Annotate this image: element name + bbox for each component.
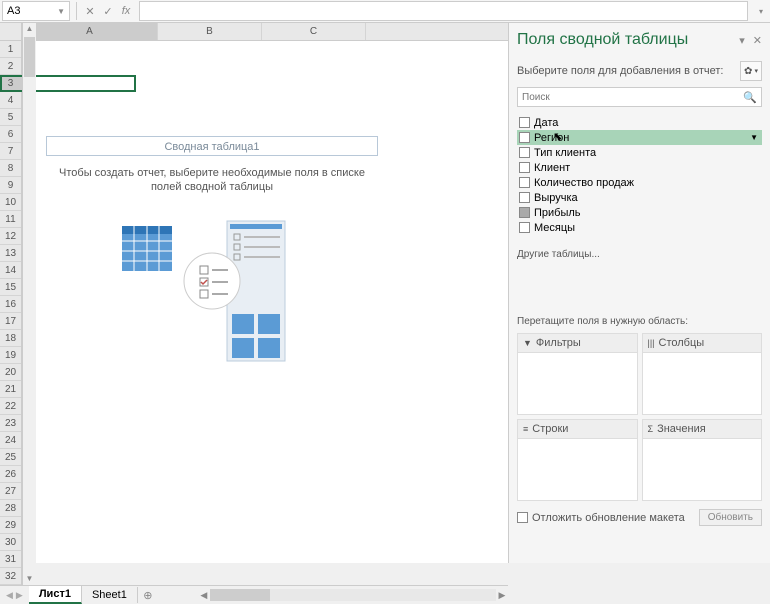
- field-checkbox[interactable]: [519, 117, 530, 128]
- field-label: Дата: [534, 117, 558, 129]
- field-dropdown-icon[interactable]: ▼: [750, 133, 758, 142]
- column-header-a[interactable]: A: [22, 23, 158, 40]
- sheet-tabs-bar: ◀▶ Лист1 Sheet1 ⊕ ◀ ▶: [0, 585, 508, 604]
- field-item[interactable]: Регион⬉ ▼: [517, 130, 762, 145]
- rows-area[interactable]: ≡Строки: [517, 419, 638, 501]
- search-icon[interactable]: 🔍: [743, 91, 757, 104]
- horizontal-scrollbar[interactable]: ◀ ▶: [198, 589, 508, 601]
- field-checkbox[interactable]: [519, 162, 530, 173]
- values-icon: Σ: [648, 424, 654, 434]
- separator: [76, 2, 77, 20]
- sheet-tab-active[interactable]: Лист1: [29, 586, 82, 604]
- column-header-b[interactable]: B: [158, 23, 262, 40]
- field-label: Выручка: [534, 192, 578, 204]
- grid-cells[interactable]: Сводная таблица1 Чтобы создать отчет, вы…: [0, 41, 508, 585]
- pivot-placeholder-title: Сводная таблица1: [46, 136, 378, 156]
- filter-icon: ▼: [523, 338, 532, 348]
- field-label: Клиент: [534, 162, 570, 174]
- field-checkbox[interactable]: [519, 222, 530, 233]
- field-prompt-text: Выберите поля для добавления в отчет:: [517, 65, 723, 77]
- name-box-value: A3: [7, 5, 20, 17]
- field-item[interactable]: Клиент: [517, 160, 762, 175]
- field-checkbox[interactable]: [519, 132, 530, 143]
- drop-areas: ▼Фильтры |||Столбцы ≡Строки ΣЗначения: [517, 333, 762, 501]
- update-button[interactable]: Обновить: [699, 509, 762, 526]
- column-headers: A B C: [22, 23, 508, 41]
- checkbox-icon[interactable]: [517, 512, 528, 523]
- panel-options-icon[interactable]: ▾: [739, 34, 745, 47]
- hscroll-thumb[interactable]: [210, 589, 270, 601]
- field-label: Тип клиента: [534, 147, 596, 159]
- scroll-right-icon[interactable]: ▶: [496, 590, 508, 601]
- fx-button[interactable]: fx: [117, 2, 135, 20]
- scroll-up-icon[interactable]: ▲: [23, 23, 36, 35]
- field-label: Месяцы: [534, 222, 575, 234]
- worksheet-area: A B C 1 2 3 4 5 6 7 8 9 10 11 12 13 14 1…: [0, 23, 508, 563]
- field-checkbox[interactable]: [519, 192, 530, 203]
- field-item[interactable]: Прибыль: [517, 205, 762, 220]
- columns-area[interactable]: |||Столбцы: [642, 333, 763, 415]
- drag-prompt: Перетащите поля в нужную область:: [517, 316, 762, 327]
- filters-area[interactable]: ▼Фильтры: [517, 333, 638, 415]
- field-checkbox[interactable]: [519, 207, 530, 218]
- field-item[interactable]: Месяцы: [517, 220, 762, 235]
- formula-bar: A3 ▼ ✕ ✓ fx ▾: [0, 0, 770, 23]
- field-search-box[interactable]: 🔍: [517, 87, 762, 107]
- pivot-placeholder-text: Чтобы создать отчет, выберите необходимы…: [46, 166, 378, 194]
- select-all-corner[interactable]: [0, 23, 22, 41]
- formula-expand-icon[interactable]: ▾: [752, 7, 770, 16]
- scroll-down-icon[interactable]: ▼: [23, 573, 36, 585]
- name-box-dropdown-icon[interactable]: ▼: [57, 7, 65, 16]
- formula-input[interactable]: [139, 1, 748, 21]
- field-label: Регион: [534, 132, 569, 144]
- panel-title: Поля сводной таблицы: [517, 31, 688, 49]
- add-sheet-button[interactable]: ⊕: [138, 589, 158, 602]
- scroll-thumb[interactable]: [24, 37, 35, 77]
- layout-options-button[interactable]: ✿▾: [740, 61, 762, 81]
- cancel-formula-button: ✕: [81, 2, 99, 20]
- defer-layout-checkbox[interactable]: Отложить обновление макета: [517, 512, 685, 524]
- column-header-c[interactable]: C: [262, 23, 366, 40]
- name-box[interactable]: A3 ▼: [2, 1, 70, 21]
- columns-icon: |||: [648, 338, 655, 348]
- sheet-tab[interactable]: Sheet1: [82, 587, 138, 603]
- scroll-left-icon[interactable]: ◀: [198, 590, 210, 601]
- panel-close-icon[interactable]: ✕: [753, 34, 762, 47]
- field-item[interactable]: Количество продаж: [517, 175, 762, 190]
- field-label: Прибыль: [534, 207, 581, 219]
- pivot-placeholder-graphic: [46, 216, 378, 366]
- mouse-cursor-icon: ⬉: [553, 130, 562, 143]
- other-tables-link[interactable]: Другие таблицы...: [517, 249, 762, 260]
- field-label: Количество продаж: [534, 177, 634, 189]
- values-area[interactable]: ΣЗначения: [642, 419, 763, 501]
- selected-cell[interactable]: [0, 75, 136, 92]
- pivot-fields-panel: Поля сводной таблицы ▾ ✕ Выберите поля д…: [508, 23, 770, 563]
- vertical-scrollbar[interactable]: ▲ ▼: [22, 23, 36, 585]
- field-checkbox[interactable]: [519, 177, 530, 188]
- field-list: Дата Регион⬉ ▼ Тип клиента Клиент Количество …: [517, 115, 762, 235]
- field-search-input[interactable]: [522, 92, 743, 103]
- confirm-formula-button: ✓: [99, 2, 117, 20]
- rows-icon: ≡: [523, 424, 528, 434]
- sheet-nav-buttons[interactable]: ◀▶: [0, 590, 29, 601]
- pivot-table-placeholder[interactable]: Сводная таблица1 Чтобы создать отчет, вы…: [46, 136, 378, 366]
- field-item[interactable]: Выручка: [517, 190, 762, 205]
- field-checkbox[interactable]: [519, 147, 530, 158]
- field-item[interactable]: Тип клиента: [517, 145, 762, 160]
- field-item[interactable]: Дата: [517, 115, 762, 130]
